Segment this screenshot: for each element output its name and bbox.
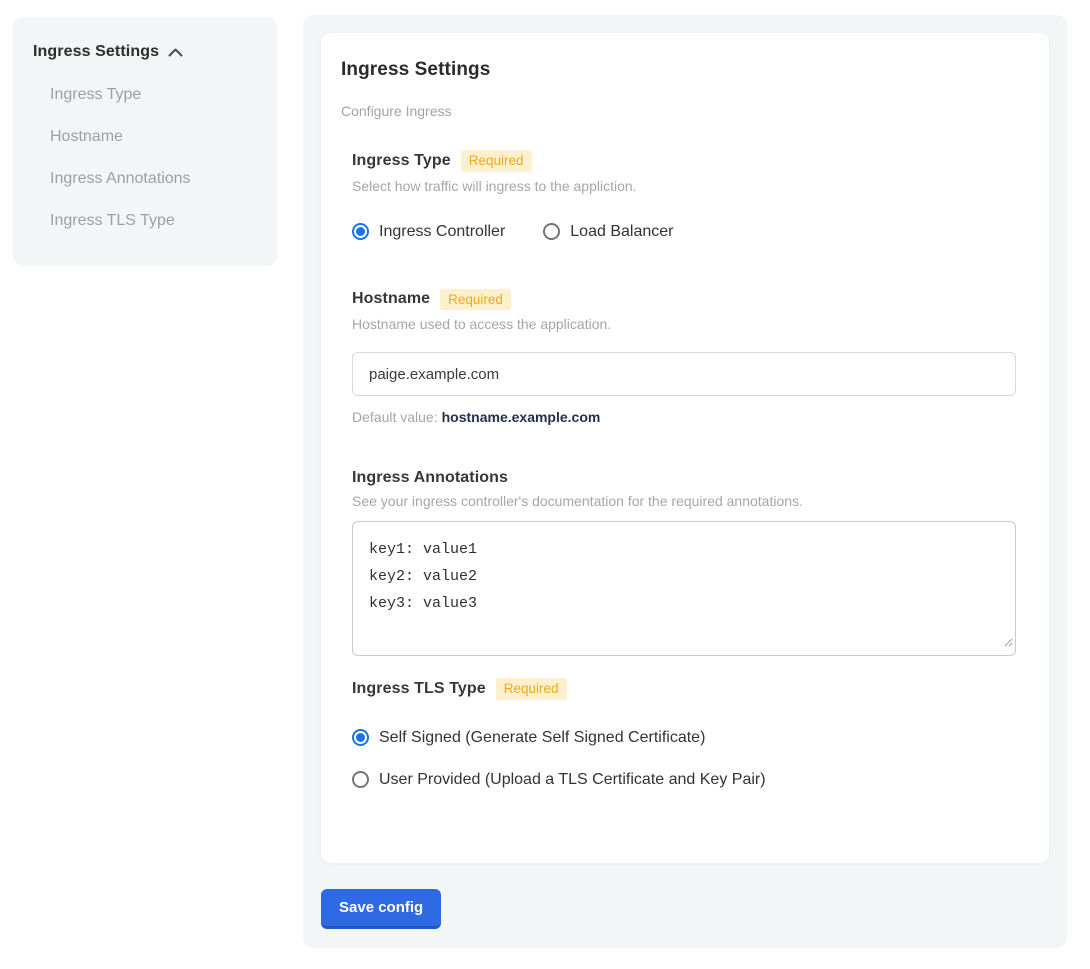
hostname-label: Hostname bbox=[352, 290, 430, 308]
hostname-default-value-line: Default value:hostname.example.com bbox=[352, 409, 1019, 425]
ingress-settings-card: Ingress Settings Configure Ingress Ingre… bbox=[321, 33, 1049, 863]
save-config-button[interactable]: Save config bbox=[321, 889, 441, 929]
default-value-text: hostname.example.com bbox=[442, 409, 601, 425]
ingress-tls-type-label: Ingress TLS Type bbox=[352, 680, 486, 698]
radio-option-ingress-controller[interactable]: Ingress Controller bbox=[352, 223, 505, 241]
radio-button-self-signed[interactable] bbox=[352, 729, 369, 746]
hostname-description: Hostname used to access the application. bbox=[352, 316, 1019, 332]
page-subtitle: Configure Ingress bbox=[341, 103, 1019, 119]
radio-button-load-balancer[interactable] bbox=[543, 223, 560, 240]
ingress-type-radio-group: Ingress Controller Load Balancer bbox=[352, 223, 1019, 241]
tls-type-radio-group: Self Signed (Generate Self Signed Certif… bbox=[352, 729, 1019, 789]
ingress-annotations-description: See your ingress controller's documentat… bbox=[352, 493, 1019, 509]
radio-label-load-balancer: Load Balancer bbox=[570, 223, 673, 241]
sidebar-item-hostname[interactable]: Hostname bbox=[33, 116, 277, 158]
annotations-textarea-wrap: key1: value1 key2: value2 key3: value3 bbox=[352, 521, 1016, 656]
sidebar-item-ingress-type[interactable]: Ingress Type bbox=[33, 74, 277, 116]
required-badge: Required bbox=[440, 289, 511, 311]
sidebar-section-title: Ingress Settings bbox=[33, 43, 159, 61]
page-title: Ingress Settings bbox=[341, 59, 1019, 81]
hostname-input[interactable] bbox=[352, 352, 1016, 396]
radio-button-user-provided[interactable] bbox=[352, 771, 369, 788]
ingress-type-label: Ingress Type bbox=[352, 152, 451, 170]
radio-option-load-balancer[interactable]: Load Balancer bbox=[543, 223, 673, 241]
sidebar-item-ingress-annotations[interactable]: Ingress Annotations bbox=[33, 158, 277, 200]
field-ingress-annotations: Ingress Annotations See your ingress con… bbox=[352, 469, 1019, 656]
radio-option-user-provided[interactable]: User Provided (Upload a TLS Certificate … bbox=[352, 771, 1019, 789]
sidebar-section-toggle[interactable]: Ingress Settings bbox=[33, 42, 277, 62]
ingress-settings-sidebar: Ingress Settings Ingress Type Hostname I… bbox=[13, 17, 277, 266]
sidebar-nav-list: Ingress Type Hostname Ingress Annotation… bbox=[33, 74, 277, 242]
radio-label-self-signed: Self Signed (Generate Self Signed Certif… bbox=[379, 729, 705, 747]
chevron-up-icon bbox=[168, 44, 183, 62]
radio-button-ingress-controller[interactable] bbox=[352, 223, 369, 240]
field-ingress-tls-type: Ingress TLS Type Required Self Signed (G… bbox=[352, 678, 1019, 789]
radio-label-user-provided: User Provided (Upload a TLS Certificate … bbox=[379, 771, 766, 789]
field-ingress-type: Ingress Type Required Select how traffic… bbox=[352, 150, 1019, 241]
sidebar-item-ingress-tls-type[interactable]: Ingress TLS Type bbox=[33, 200, 277, 242]
required-badge: Required bbox=[496, 678, 567, 700]
annotations-textarea[interactable]: key1: value1 key2: value2 key3: value3 bbox=[352, 521, 1016, 656]
ingress-type-description: Select how traffic will ingress to the a… bbox=[352, 178, 1019, 194]
default-value-label: Default value: bbox=[352, 409, 438, 425]
ingress-annotations-label: Ingress Annotations bbox=[352, 469, 508, 487]
required-badge: Required bbox=[461, 150, 532, 172]
radio-label-ingress-controller: Ingress Controller bbox=[379, 223, 505, 241]
field-hostname: Hostname Required Hostname used to acces… bbox=[352, 289, 1019, 426]
settings-panel: Ingress Settings Configure Ingress Ingre… bbox=[303, 15, 1067, 948]
radio-option-self-signed[interactable]: Self Signed (Generate Self Signed Certif… bbox=[352, 729, 1019, 747]
